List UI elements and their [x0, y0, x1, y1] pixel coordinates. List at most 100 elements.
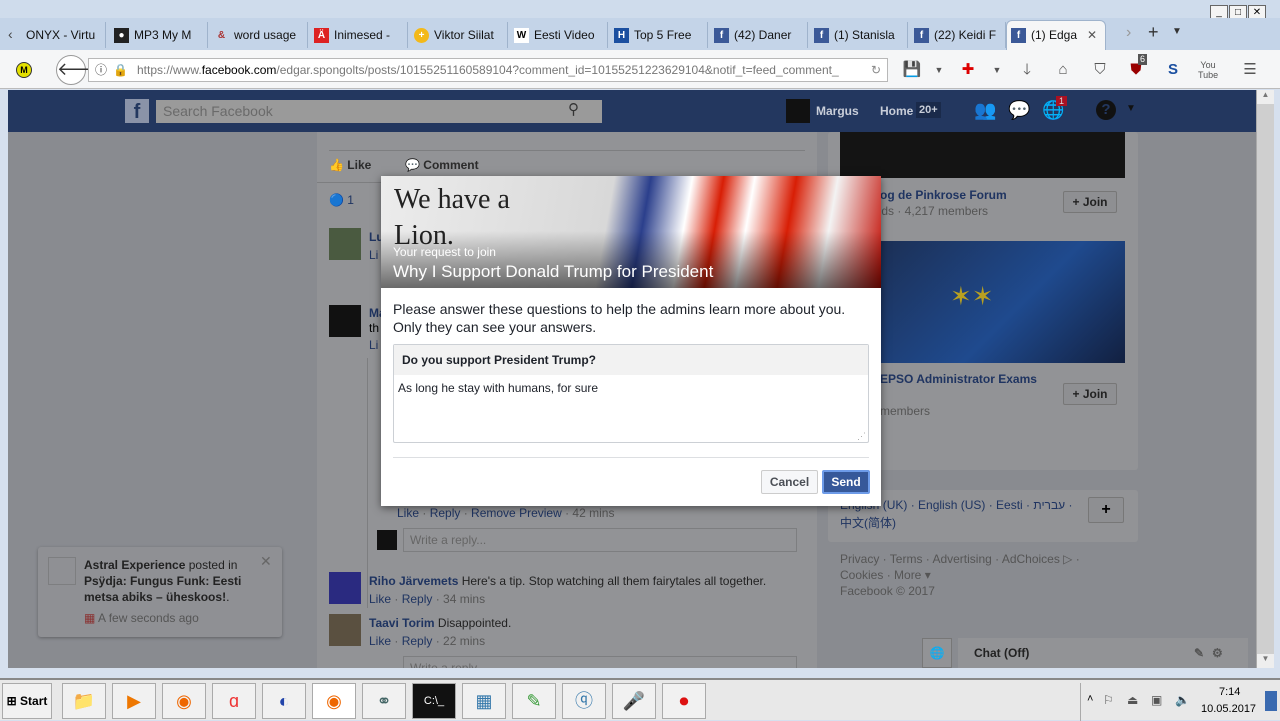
group-name[interactable]: EPSO Administrator Exams	[880, 372, 1037, 386]
microphone-icon[interactable]: 🎤	[612, 683, 656, 719]
back-button[interactable]: 🡐	[56, 55, 105, 85]
help-icon[interactable]: ?	[1096, 100, 1116, 120]
search-icon[interactable]: ⚲	[568, 100, 579, 118]
calculator-icon[interactable]: ▦	[462, 683, 506, 719]
home-icon[interactable]: ⌂	[1053, 60, 1073, 80]
reply-link[interactable]: Reply	[402, 592, 433, 606]
tab[interactable]: f (22) Keidi F	[910, 22, 1006, 48]
notepad-icon[interactable]: ✎	[512, 683, 556, 719]
addon-red-cross-icon[interactable]: ✚	[958, 60, 978, 80]
messenger-icon[interactable]: 💬	[1008, 100, 1030, 121]
tab[interactable]: H Top 5 Free	[610, 22, 708, 48]
tab[interactable]: ● MP3 My M	[110, 22, 208, 48]
tab[interactable]: Ä Inimesed -	[310, 22, 408, 48]
firefox-active-icon[interactable]: ◉	[312, 683, 356, 719]
like-link[interactable]: Like	[369, 592, 391, 606]
show-hidden-icons[interactable]: ˄	[1087, 693, 1093, 705]
friend-requests-icon[interactable]: 👥	[974, 100, 996, 121]
like-link[interactable]: Like	[397, 506, 419, 520]
scroll-down-icon[interactable]: ▼	[1257, 654, 1274, 668]
dropdown-icon[interactable]: ▼	[987, 60, 1007, 80]
chat-globe-icon[interactable]: 🌐	[922, 638, 952, 668]
profile-link[interactable]: Margus	[816, 104, 859, 118]
explorer-icon[interactable]: 📁	[62, 683, 106, 719]
url-bar[interactable]: ⓘ 🔒 https://www.facebook.com/edgar.spongol…	[88, 58, 888, 82]
tab[interactable]: + Viktor Siilat	[410, 22, 508, 48]
ublock-icon[interactable]: ⛊ 6	[1126, 54, 1148, 80]
network-tray-icon[interactable]: ▣	[1151, 693, 1162, 707]
tab[interactable]: f (42) Daner	[710, 22, 808, 48]
show-desktop-button[interactable]	[1265, 691, 1277, 711]
join-group-button[interactable]: + Join	[1063, 191, 1117, 213]
tab[interactable]: f (1) Stanisla	[810, 22, 908, 48]
reply-input[interactable]: Write a reply...	[403, 656, 797, 668]
reload-icon[interactable]: ↻	[867, 59, 886, 81]
facebook-logo-icon[interactable]: f	[125, 99, 149, 123]
addon-s-icon[interactable]: S	[1163, 60, 1183, 80]
account-menu-icon[interactable]: ▼	[1126, 103, 1136, 114]
download-icon[interactable]: 🡓	[1017, 60, 1037, 80]
comment-actions[interactable]: Li	[369, 248, 378, 262]
tab-list-icon[interactable]: ▼	[1172, 26, 1182, 37]
footer-links[interactable]: Privacy · Terms · Advertising · AdChoice…	[840, 551, 1080, 567]
tab-active[interactable]: f (1) Edga ✕	[1006, 20, 1106, 50]
like-link[interactable]: Like	[369, 634, 391, 648]
resize-handle-icon[interactable]: ⋰	[857, 431, 866, 442]
reply-link[interactable]: Reply	[430, 506, 461, 520]
network-icon[interactable]: ⚭	[362, 683, 406, 719]
footer-links[interactable]: Cookies · More ▾	[840, 567, 1080, 583]
more-languages-button[interactable]: +	[1088, 497, 1124, 523]
close-tab-icon[interactable]: ✕	[1087, 21, 1097, 49]
menu-icon[interactable]: ☰	[1240, 60, 1260, 80]
firefox-icon[interactable]: ◉	[162, 683, 206, 719]
notifications-globe-icon[interactable]: 🌐 1	[1042, 96, 1068, 121]
seamonkey-icon[interactable]: ◐	[262, 683, 306, 719]
comment-actions[interactable]: Li	[369, 338, 378, 352]
join-group-button[interactable]: + Join	[1063, 383, 1117, 405]
tab[interactable]: ONYX - Virtu	[12, 22, 106, 48]
compose-icon[interactable]: ✎	[1194, 646, 1204, 660]
home-link[interactable]: Home	[880, 104, 913, 118]
answer-textarea[interactable]: As long he stay with humans, for sure	[394, 375, 868, 401]
addon-m-icon[interactable]: M	[16, 62, 32, 78]
usb-icon[interactable]: ⏏	[1127, 693, 1138, 707]
likes-count[interactable]: 🔵 1	[329, 193, 354, 207]
reply-link[interactable]: Reply	[402, 634, 433, 648]
media-player-icon[interactable]: ▶	[112, 683, 156, 719]
commenter-name[interactable]: Taavi Torim	[369, 616, 435, 630]
command-prompt-icon[interactable]: C:\_	[412, 683, 456, 719]
start-button[interactable]: ⊞ Start	[2, 683, 52, 719]
clock-date[interactable]: 10.05.2017	[1201, 703, 1256, 715]
app-a-icon[interactable]: ɑ	[212, 683, 256, 719]
recorder-icon[interactable]: ⏺	[662, 683, 706, 719]
page-scrollbar[interactable]: ▲ ▼	[1256, 90, 1274, 668]
scroll-up-icon[interactable]: ▲	[1257, 90, 1274, 104]
search-input[interactable]: Search Facebook	[156, 100, 602, 123]
notification-toast[interactable]: Astral Experience posted in Psÿdja: Fung…	[38, 547, 282, 637]
commenter-name[interactable]: Riho Järvemets	[369, 574, 458, 588]
volume-icon[interactable]: 🔈	[1175, 693, 1190, 707]
tab-scroll-right-icon[interactable]: ›	[1126, 24, 1131, 42]
dropdown-icon[interactable]: ▼	[929, 60, 949, 80]
tab[interactable]: W Eesti Video	[510, 22, 608, 48]
language-link[interactable]: 中文(简体)	[840, 514, 896, 531]
tab[interactable]: & word usage	[210, 22, 308, 48]
pocket-icon[interactable]: ⛉	[1090, 60, 1110, 80]
avatar[interactable]	[786, 99, 810, 123]
youtube-icon[interactable]: You Tube	[1198, 60, 1218, 80]
qbittorrent-icon[interactable]: ⓠ	[562, 683, 606, 719]
like-button[interactable]: 👍 Like	[329, 158, 371, 172]
info-icon[interactable]: ⓘ	[95, 59, 107, 81]
clock-time[interactable]: 7:14	[1219, 686, 1240, 698]
comment-button[interactable]: 💬 Comment	[405, 158, 479, 172]
save-icon[interactable]: 💾	[902, 60, 922, 80]
new-tab-icon[interactable]: +	[1148, 22, 1159, 43]
cancel-button[interactable]: Cancel	[761, 470, 818, 494]
send-button[interactable]: Send	[822, 470, 870, 494]
action-center-flag-icon[interactable]: ⚐	[1103, 693, 1114, 707]
close-notification-icon[interactable]: ✕	[260, 553, 272, 570]
chat-bar[interactable]: Chat (Off) ✎ ⚙	[958, 638, 1248, 668]
remove-preview-link[interactable]: Remove Preview	[471, 506, 562, 520]
reply-input[interactable]: Write a reply...	[403, 528, 797, 552]
settings-gear-icon[interactable]: ⚙	[1212, 646, 1223, 660]
